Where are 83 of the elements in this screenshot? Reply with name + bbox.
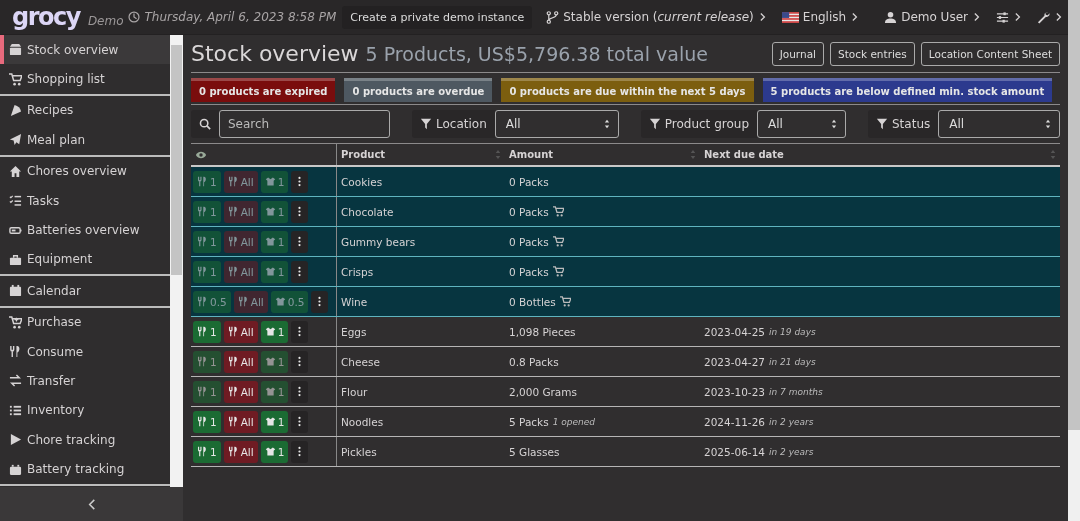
header-button[interactable]: Location Content Sheet	[920, 41, 1060, 66]
sidebar-item[interactable]: Meal plan	[0, 125, 170, 155]
relative-due: in 21 days	[769, 356, 816, 367]
relative-due: in 2 years	[769, 446, 814, 457]
open-button[interactable]: 1	[260, 440, 289, 463]
amount-text: 0 Packs	[509, 175, 549, 188]
column-header[interactable]: Product	[341, 149, 386, 160]
product-name[interactable]: Noodles	[341, 415, 384, 428]
filter-select[interactable]: All	[494, 110, 619, 138]
filter-select[interactable]: All	[757, 110, 846, 138]
product-name[interactable]: Wine	[341, 295, 368, 308]
open-button[interactable]: 1	[260, 410, 289, 433]
logo[interactable]: grocy	[12, 5, 80, 29]
consume-all-button[interactable]: All	[223, 320, 258, 343]
version-menu[interactable]: Stable version (current release)	[546, 10, 768, 24]
sidebar-item[interactable]: Chore tracking	[0, 425, 170, 455]
open-button[interactable]: 1	[260, 320, 289, 343]
amount-text: 5 Packs	[509, 415, 549, 428]
page-title: Stock overview	[191, 41, 359, 66]
sidebar-item[interactable]: Inventory	[0, 395, 170, 426]
filter-label: Location	[412, 110, 495, 138]
stock-summary: 5 Products, US$5,796.38 total value	[365, 43, 708, 65]
amount-text: 0 Packs	[509, 265, 549, 278]
sidebar-item[interactable]: Calendar	[0, 276, 170, 306]
status-alert[interactable]: 0 products are overdue	[344, 78, 493, 102]
amount-text: 5 Glasses	[509, 445, 560, 458]
due-date: 2024-11-26	[704, 415, 766, 428]
language-menu[interactable]: English	[781, 10, 861, 24]
user-menu[interactable]: Demo User	[884, 10, 982, 24]
consume-button[interactable]: 1	[193, 410, 221, 433]
sidebar-item[interactable]: Battery tracking	[0, 454, 170, 484]
sidebar-item[interactable]: Purchase	[0, 307, 170, 337]
product-name[interactable]: Cheese	[341, 355, 380, 368]
header-button[interactable]: Journal	[771, 41, 824, 66]
consume-all-button[interactable]: All	[223, 380, 258, 403]
sidebar-item[interactable]: Chores overview	[0, 156, 170, 186]
product-name[interactable]: Chocolate	[341, 205, 394, 218]
status-alert[interactable]: 5 products are below defined min. stock amount	[762, 78, 1053, 102]
amount-text: 2,000 Grams	[509, 385, 577, 398]
status-alert[interactable]: 0 products are due within the next 5 days	[501, 78, 754, 102]
product-name[interactable]: Pickles	[341, 445, 377, 458]
product-name[interactable]: Flour	[341, 385, 368, 398]
amount-text: 0 Packs	[509, 235, 549, 248]
opened-note: 1 opened	[552, 416, 595, 427]
consume-button[interactable]: 1	[193, 320, 221, 343]
filter-label: Status	[868, 110, 939, 138]
sidebar-item[interactable]: Stock overview	[0, 35, 170, 65]
logo-subtitle: Demo	[87, 14, 124, 28]
product-name[interactable]: Eggs	[341, 325, 367, 338]
filter-label: Product group	[640, 110, 757, 138]
relative-due: in 7 months	[769, 386, 823, 397]
amount-text: 0.8 Packs	[509, 355, 559, 368]
due-date: 2023-04-27	[704, 355, 766, 368]
sidebar-item[interactable]: Batteries overview	[0, 215, 170, 245]
sidebar-item[interactable]: Recipes	[0, 95, 170, 126]
consume-button[interactable]: 1	[193, 440, 221, 463]
product-name[interactable]: Gummy bears	[341, 235, 416, 248]
date-time: Thursday, April 6, 2023 8:58 PM	[144, 10, 337, 24]
sidebar-item[interactable]: Equipment	[0, 244, 170, 275]
relative-due: in 2 years	[769, 416, 814, 427]
product-name[interactable]: Crisps	[341, 265, 374, 278]
filter-select[interactable]: All	[938, 110, 1060, 138]
product-name[interactable]: Cookies	[341, 175, 383, 188]
due-date: 2023-04-25	[704, 325, 766, 338]
column-header[interactable]: Next due date	[704, 149, 784, 160]
amount-text: 0 Bottles	[509, 295, 556, 308]
relative-due: in 19 days	[769, 326, 816, 337]
amount-text: 1,098 Pieces	[509, 325, 576, 338]
column-header[interactable]: Amount	[509, 149, 554, 160]
demo-instance-button[interactable]: Create a private demo instance	[342, 5, 533, 29]
consume-all-button[interactable]: All	[223, 410, 258, 433]
amount-text: 0 Packs	[509, 205, 549, 218]
sidebar-item[interactable]: Transfer	[0, 366, 170, 396]
sidebar-item[interactable]: Tasks	[0, 185, 170, 216]
sidebar-item[interactable]: Shopping list	[0, 64, 170, 94]
consume-all-button[interactable]: All	[223, 440, 258, 463]
search-field[interactable]: Search	[219, 110, 390, 138]
due-date: 2025-06-14	[704, 445, 766, 458]
header-button[interactable]: Stock entries	[830, 41, 915, 66]
consume-all-button[interactable]: All	[223, 350, 258, 373]
status-alert[interactable]: 0 products are expired	[191, 78, 336, 102]
due-date: 2023-10-23	[704, 385, 766, 398]
sidebar-item[interactable]: Consume	[0, 336, 170, 367]
